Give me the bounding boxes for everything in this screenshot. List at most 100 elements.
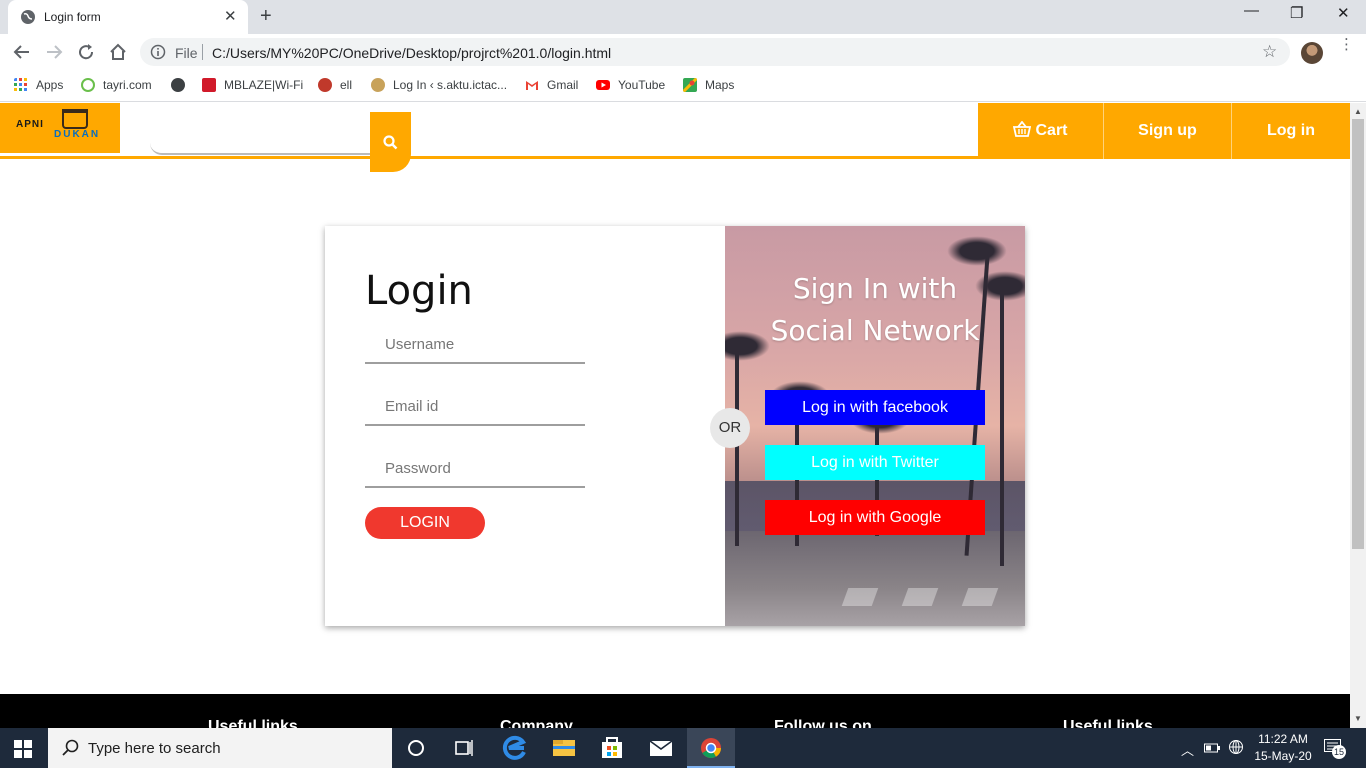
bookmark-label: MBLAZE|Wi-Fi [224, 78, 304, 92]
web-page: APNI DUKAN Cart Sign up Log in Login Use… [0, 103, 1350, 728]
browser-toolbar: File C:/Users/MY%20PC/OneDrive/Desktop/p… [0, 34, 1366, 70]
social-title-line1: Sign In with [792, 272, 958, 305]
bookmark-tayri[interactable]: tayri.com [81, 78, 152, 92]
or-divider-badge: OR [710, 408, 750, 448]
cortana-icon[interactable] [392, 728, 440, 768]
taskbar-search-text: Type here to search [88, 740, 221, 757]
bookmark-gmail[interactable]: Gmail [525, 78, 578, 92]
site-logo[interactable]: APNI DUKAN [0, 103, 120, 153]
maximize-button[interactable]: ❐ [1290, 4, 1303, 22]
page-scrollbar[interactable]: ▲ ▼ [1350, 103, 1366, 728]
site-nav: Cart Sign up Log in [978, 103, 1350, 159]
maps-icon [683, 78, 697, 92]
forward-arrow-icon[interactable] [44, 42, 64, 62]
bookmark-label: Log In ‹ s.aktu.ictac... [393, 78, 508, 92]
action-center-icon[interactable]: 15 [1324, 739, 1346, 759]
twitter-login-button[interactable]: Log in with Twitter [765, 445, 985, 480]
logo-text-top: APNI [16, 119, 44, 130]
profile-avatar[interactable] [1301, 42, 1323, 64]
browser-tab[interactable]: Login form ✕ [8, 0, 248, 34]
clock-time: 11:22 AM [1258, 732, 1308, 746]
footer-heading: Company [500, 718, 573, 728]
nav-login[interactable]: Log in [1232, 103, 1350, 159]
email-field[interactable] [365, 388, 585, 426]
scrollbar-thumb[interactable] [1352, 119, 1364, 549]
bookmark-label: YouTube [618, 78, 666, 92]
tab-close-icon[interactable]: ✕ [224, 7, 237, 25]
bookmark-star-icon[interactable]: ☆ [1262, 42, 1277, 62]
reload-icon[interactable] [76, 42, 96, 62]
social-title-line2: Social Network [770, 314, 980, 347]
footer-heading: Useful links [208, 718, 298, 728]
background-street [725, 531, 1025, 626]
facebook-login-button[interactable]: Log in with facebook [765, 390, 985, 425]
nav-cart-label: Cart [1035, 122, 1068, 139]
network-globe-icon[interactable] [1228, 739, 1244, 755]
login-button[interactable]: LOGIN [365, 507, 485, 539]
tayri-icon [81, 78, 95, 92]
google-login-button[interactable]: Log in with Google [765, 500, 985, 535]
close-window-button[interactable]: ✕ [1337, 4, 1350, 22]
bookmarks-bar: Apps tayri.com MBLAZE|Wi-Fi ell Log In ‹… [0, 70, 1366, 102]
site-search-input[interactable] [150, 113, 372, 155]
shopping-basket-icon [1013, 120, 1032, 137]
minimize-button[interactable]: — [1244, 2, 1259, 19]
address-bar[interactable]: File C:/Users/MY%20PC/OneDrive/Desktop/p… [140, 38, 1290, 66]
logo-text-bottom: DUKAN [54, 129, 101, 140]
bookmark-label: Maps [705, 78, 735, 92]
nav-cart[interactable]: Cart [978, 103, 1103, 159]
login-card: Login LOGIN Sign In with Social Network [325, 226, 1025, 626]
bookmark-label: Apps [36, 78, 64, 92]
site-header: APNI DUKAN Cart Sign up Log in [0, 103, 1350, 172]
browser-menu-icon[interactable]: ⋮ [1339, 37, 1354, 52]
url-text[interactable]: C:/Users/MY%20PC/OneDrive/Desktop/projrc… [212, 45, 611, 61]
task-view-icon[interactable] [440, 728, 488, 768]
bookmark-apps[interactable]: Apps [14, 78, 63, 92]
social-title: Sign In with Social Network [725, 268, 1025, 352]
ell-icon [318, 78, 332, 92]
bookmark-globe[interactable] [171, 78, 193, 92]
bookmark-label: ell [340, 78, 353, 92]
bookmark-ell[interactable]: ell [318, 78, 352, 92]
bookmark-label: Gmail [547, 78, 579, 92]
bookmark-aktu[interactable]: Log In ‹ s.aktu.ictac... [371, 78, 507, 92]
clock-date: 15-May-20 [1254, 749, 1312, 763]
info-icon[interactable] [150, 44, 166, 60]
battery-icon[interactable] [1204, 742, 1220, 754]
palm-leaves [947, 236, 1007, 266]
back-arrow-icon[interactable] [12, 42, 32, 62]
globe-icon [171, 78, 185, 92]
bookmark-mblaze[interactable]: MBLAZE|Wi-Fi [202, 78, 303, 92]
home-icon[interactable] [108, 42, 128, 62]
password-field[interactable] [365, 450, 585, 488]
mblaze-icon [202, 78, 216, 92]
username-field[interactable] [365, 326, 585, 364]
globe-icon [21, 10, 35, 24]
show-hidden-icons-chevron-icon[interactable]: ︿ [1181, 740, 1194, 759]
bookmark-maps[interactable]: Maps [683, 78, 734, 92]
new-tab-button[interactable]: + [260, 5, 272, 28]
mail-icon[interactable] [637, 728, 685, 768]
file-explorer-icon[interactable] [540, 728, 588, 768]
store-icon[interactable] [588, 728, 636, 768]
taskbar-search-box[interactable]: Type here to search [48, 728, 392, 768]
aktu-icon [371, 78, 385, 92]
login-title: Login [365, 268, 473, 314]
windows-start-icon[interactable] [14, 740, 32, 758]
search-icon [62, 739, 79, 756]
nav-signup[interactable]: Sign up [1104, 103, 1231, 159]
chrome-taskbar-icon[interactable] [687, 728, 735, 768]
bookmark-youtube[interactable]: YouTube [596, 78, 665, 92]
notification-count-badge: 15 [1332, 745, 1346, 759]
footer-heading: Useful links [1063, 718, 1153, 728]
system-clock[interactable]: 11:22 AM 15-May-20 [1250, 731, 1316, 765]
file-scheme-label: File [175, 45, 198, 61]
footer-heading: Follow us on [774, 718, 872, 728]
site-search-button[interactable] [370, 112, 411, 172]
youtube-icon [596, 80, 610, 90]
edge-browser-icon[interactable] [491, 728, 539, 768]
scroll-up-arrow-icon[interactable]: ▲ [1354, 107, 1362, 116]
logo-cart-icon [62, 109, 88, 129]
search-icon [383, 135, 398, 150]
scroll-down-arrow-icon[interactable]: ▼ [1354, 714, 1362, 723]
